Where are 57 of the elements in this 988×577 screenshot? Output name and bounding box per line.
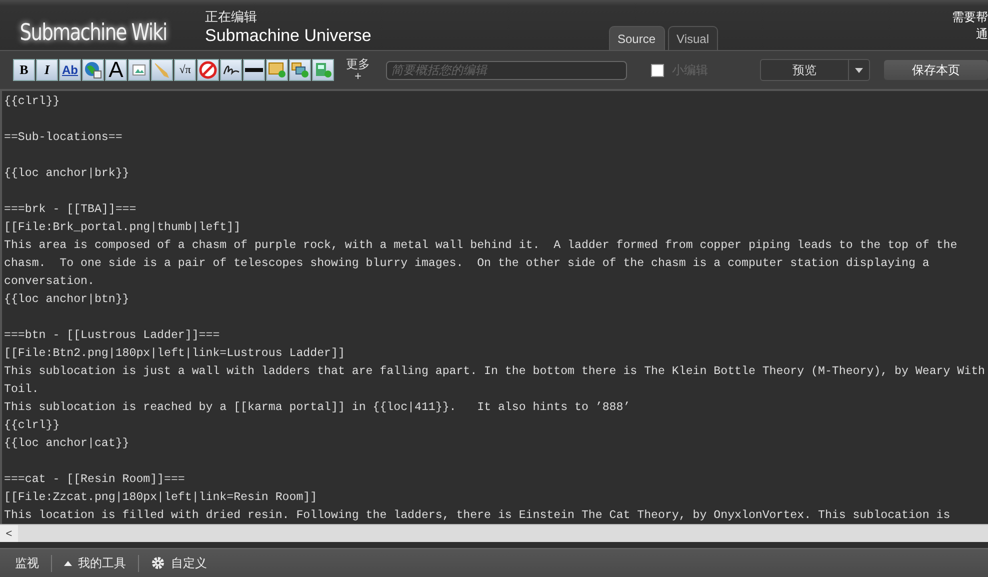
code-line: {{loc anchor|brk}} [4,166,130,182]
editing-label: 正在编辑 [205,9,258,26]
editor-tab[interactable]: Source [608,26,665,50]
rule-button[interactable] [243,59,265,81]
image-button[interactable] [128,59,150,81]
globe-button[interactable] [82,59,104,81]
signature-button[interactable] [220,59,242,81]
link-button[interactable]: Ab [59,59,81,81]
add-gallery-button[interactable] [289,59,311,81]
code-line: conversation. [4,274,96,290]
italic-button[interactable]: I [36,59,58,81]
prohibited-icon [199,61,217,79]
globe-icon [84,61,102,79]
code-line: ===btn - [[Lustrous Ladder]]=== [4,328,221,344]
add-video-button[interactable] [312,59,334,81]
wiki-logo[interactable]: Submachine Wiki [0,0,184,50]
code-line: Toil. [4,382,40,398]
bold-button[interactable]: B [13,59,35,81]
code-line: This sublocation is just a wall with ladders that are falling apart. In the bottom there is The Klein Bottle Theory (M-Theory), by Weary With [4,364,986,380]
code-line: {{clrl}} [4,94,61,110]
code-line: [[File:Btn2.png|180px|left|link=Lustrous Ladder]] [4,346,346,362]
code-line: {{loc anchor|cat}} [4,436,130,452]
code-line: This location is filled with dried resin. Following the ladders, there is Einstein The Cat Theory, by OnyxlonVortex. This sublocation is [4,508,952,524]
save-button[interactable]: 保存本页 [884,60,988,80]
settings-icon [151,556,165,570]
horizontal-scrollbar[interactable]: < [0,524,988,542]
code-line: [[File:Zzcat.png|180px|left|link=Resin Room]] [4,490,318,506]
code-line: chasm. To one side is a pair of telescopes showing blurry images. On the other side of the chasm is a computer station displaying a [4,256,930,272]
footer-item[interactable]: 我的工具 [64,554,139,572]
code-line: This area is composed of a chasm of purple rock, with a metal wall behind it. A ladder formed from copper piping leads to the top of the [4,238,958,254]
code-line: {{loc anchor|btn}} [4,292,130,308]
more-button[interactable]: 更多 + [346,58,370,82]
caret-up-icon [64,560,72,566]
code-line: ===brk - [[TBA]]=== [4,202,138,218]
nowiki-button[interactable] [197,59,219,81]
code-line: ===cat - [[Resin Room]]=== [4,472,186,488]
add-gallery-icon [291,62,309,78]
font-button[interactable]: A [105,59,127,81]
scroll-left-button[interactable]: < [0,525,18,542]
page-title: Submachine Universe [205,26,372,46]
image-icon [132,64,146,76]
math-button[interactable]: √π [174,59,196,81]
caret-down-icon [854,68,863,72]
footer-item[interactable]: 自定义 [151,554,219,572]
preview-button[interactable]: 预览 [760,60,849,80]
code-line: [[File:Brk_portal.png|thumb|left]] [4,220,242,236]
editor-tab[interactable]: Visual [668,26,718,50]
add-video-icon [314,62,332,78]
footer-item[interactable]: 监视 [15,554,52,572]
code-line: ==Sub-locations== [4,130,124,146]
add-image-icon [268,62,286,78]
code-line: This sublocation is reached by a [[karma portal]] in {{loc|411}}. It also hints to ’888’ [4,400,632,416]
help-text: 通 [976,26,988,43]
minor-edit-checkbox[interactable] [650,64,664,76]
code-line: {{clrl}} [4,418,61,434]
preview-control[interactable]: 预览 [760,59,870,81]
help-text: 需要帮 [952,9,988,26]
